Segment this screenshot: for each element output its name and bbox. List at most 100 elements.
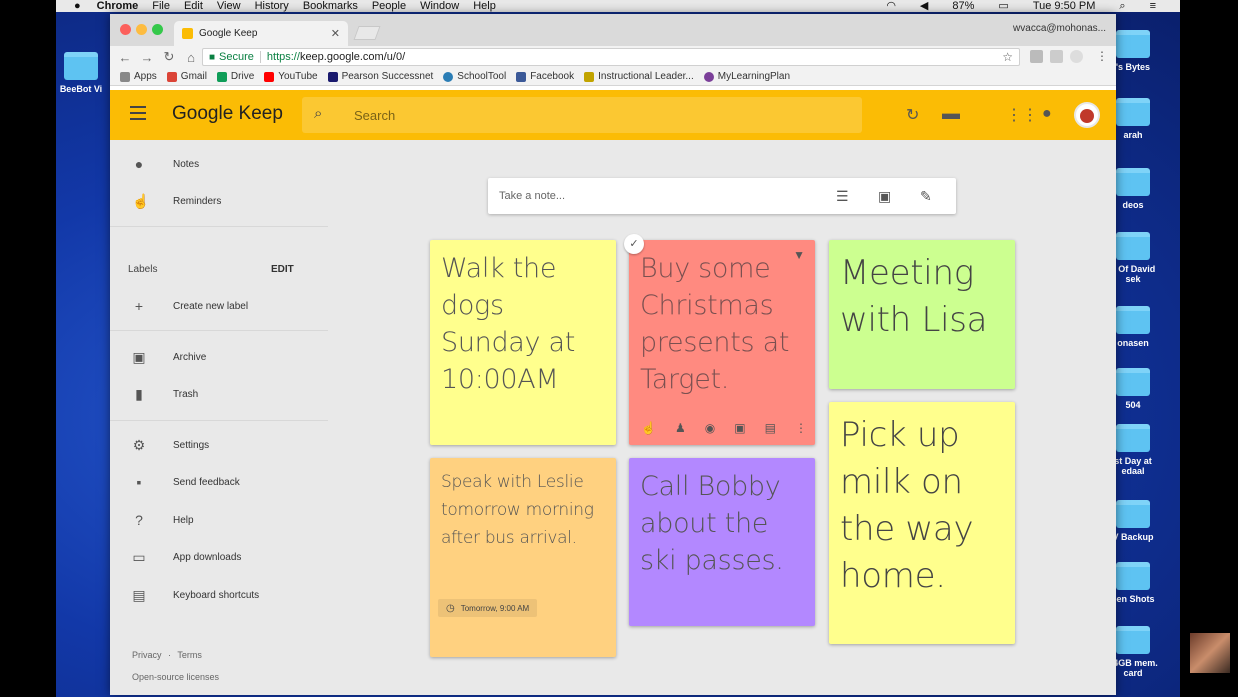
folder-icon xyxy=(64,52,98,80)
open-source-link[interactable]: Open-source licenses xyxy=(132,672,219,682)
bookmark-label: SchoolTool xyxy=(457,71,507,82)
search-icon[interactable]: ⌕ xyxy=(1119,0,1125,12)
sidebar-item-app-downloads[interactable]: ▭ App downloads xyxy=(110,539,328,575)
sidebar-item-label: Trash xyxy=(173,388,199,400)
desktop-item[interactable]: BeeBot Vi xyxy=(56,52,106,94)
menu-bookmarks[interactable]: Bookmarks xyxy=(303,0,358,12)
webcam-overlay xyxy=(1190,633,1230,673)
menu-people[interactable]: People xyxy=(372,0,406,12)
menu-edit[interactable]: Edit xyxy=(184,0,203,12)
browser-tab[interactable]: Google Keep ✕ xyxy=(174,21,348,46)
collaborator-icon[interactable]: ♟ xyxy=(675,421,686,435)
extension-icon[interactable] xyxy=(1050,50,1063,63)
bookmark-facebook[interactable]: Facebook xyxy=(516,71,574,82)
take-note-input[interactable] xyxy=(499,178,819,214)
menu-window[interactable]: Window xyxy=(420,0,459,12)
note-card[interactable]: Buy some Christmas presents at Target. ▼… xyxy=(629,240,815,445)
new-drawing-icon[interactable]: ✎ xyxy=(920,188,932,205)
labels-edit-button[interactable]: EDIT xyxy=(271,264,294,275)
change-color-icon[interactable]: ◉ xyxy=(705,421,715,435)
more-icon[interactable]: ⋮ xyxy=(795,421,807,435)
archive-icon[interactable]: ▤ xyxy=(765,421,776,435)
sidebar-item-help[interactable]: ? Help xyxy=(110,502,328,538)
search-input[interactable] xyxy=(354,97,834,133)
notifications-icon[interactable]: ● xyxy=(1042,105,1052,123)
gmail-icon xyxy=(166,71,177,82)
menu-help[interactable]: Help xyxy=(473,0,496,12)
new-list-icon[interactable]: ☰ xyxy=(836,188,849,205)
refresh-icon[interactable]: ↻ xyxy=(906,105,919,125)
sidebar-item-create-label[interactable]: + Create new label xyxy=(110,288,328,324)
sidebar-item-notes[interactable]: ● Notes xyxy=(110,146,328,182)
note-card[interactable]: Pick up milk on the way home. xyxy=(829,402,1015,644)
desktop-item-label: arah xyxy=(1123,130,1143,140)
feedback-icon: ▪ xyxy=(136,474,142,490)
folder-icon xyxy=(1116,168,1150,196)
maximize-window-button[interactable] xyxy=(152,24,163,35)
pin-icon[interactable]: ▼ xyxy=(793,248,805,262)
back-icon[interactable]: ← xyxy=(114,50,136,65)
sidebar-item-feedback[interactable]: ▪ Send feedback xyxy=(110,464,328,500)
note-card[interactable]: Speak with Leslie tomorrow morning after… xyxy=(430,458,616,657)
bookmark-schooltool[interactable]: SchoolTool xyxy=(443,71,506,82)
terms-link[interactable]: Terms xyxy=(177,650,202,660)
minimize-window-button[interactable] xyxy=(136,24,147,35)
sidebar-item-archive[interactable]: ▣ Archive xyxy=(110,339,328,375)
notification-center-icon[interactable]: ≡ xyxy=(1150,0,1156,12)
home-icon[interactable]: ⌂ xyxy=(180,50,202,65)
bookmark-instructional[interactable]: Instructional Leader... xyxy=(584,71,694,82)
clock[interactable]: Tue 9:50 PM xyxy=(1033,0,1096,12)
sidebar-item-settings[interactable]: ⚙ Settings xyxy=(110,427,328,463)
desktop-item-label: 504 xyxy=(1125,400,1141,410)
bookmark-gmail[interactable]: Gmail xyxy=(166,71,207,82)
sidebar-item-keyboard-shortcuts[interactable]: ▤ Keyboard shortcuts xyxy=(110,577,328,613)
close-tab-icon[interactable]: ✕ xyxy=(331,27,340,40)
sidebar-item-reminders[interactable]: ☝ Reminders xyxy=(110,183,328,219)
sidebar-item-label: App downloads xyxy=(173,551,242,563)
add-image-icon[interactable]: ▣ xyxy=(734,421,745,435)
forward-icon[interactable]: → xyxy=(136,50,158,65)
url-field[interactable]: ■ Secure https://keep.google.com/u/0/ ☆ xyxy=(202,48,1020,66)
remind-me-icon[interactable]: ☝ xyxy=(641,421,656,435)
battery-percent[interactable]: 87% xyxy=(952,0,974,12)
note-text: Call Bobby about the ski passes. xyxy=(640,471,784,576)
search-icon[interactable]: ⌕ xyxy=(314,105,322,122)
extension-icon[interactable] xyxy=(1070,50,1083,63)
search-box: ⌕ xyxy=(302,97,862,133)
avatar[interactable] xyxy=(1074,102,1100,128)
bookmark-star-icon[interactable]: ☆ xyxy=(1002,50,1013,64)
bookmark-mylearningplan[interactable]: MyLearningPlan xyxy=(703,71,790,82)
menu-app-name[interactable]: Chrome xyxy=(97,0,139,12)
note-card[interactable]: Call Bobby about the ski passes. xyxy=(629,458,815,626)
apple-icon[interactable]: ● xyxy=(74,0,81,12)
new-tab-button[interactable] xyxy=(353,26,381,40)
list-view-icon[interactable]: ▬ xyxy=(942,103,960,124)
sidebar-item-trash[interactable]: ▮ Trash xyxy=(110,376,328,412)
reload-icon[interactable]: ↻ xyxy=(158,49,180,65)
chrome-menu-icon[interactable]: ⋮ xyxy=(1096,49,1108,63)
bookmark-apps[interactable]: Apps xyxy=(120,71,157,82)
note-card[interactable]: Meeting with Lisa xyxy=(829,240,1015,389)
battery-icon[interactable]: ▭ xyxy=(998,0,1008,12)
reminder-chip[interactable]: ◷ Tomorrow, 9:00 AM xyxy=(438,599,538,617)
menu-file[interactable]: File xyxy=(152,0,170,12)
menu-history[interactable]: History xyxy=(255,0,289,12)
extension-icon[interactable] xyxy=(1030,50,1043,63)
select-note-check-icon[interactable]: ✓ xyxy=(624,234,644,254)
apps-grid-icon[interactable]: ⋮⋮ xyxy=(1006,105,1038,125)
volume-icon[interactable]: ◀ xyxy=(920,0,928,12)
tab-strip: Google Keep ✕ wvacca@mohonas... xyxy=(110,14,1116,46)
bookmark-youtube[interactable]: YouTube xyxy=(264,71,318,82)
note-card[interactable]: Walk the dogs Sunday at 10:00AM xyxy=(430,240,616,445)
bookmark-drive[interactable]: Drive xyxy=(216,71,254,82)
main-menu-icon[interactable] xyxy=(130,106,146,120)
new-image-note-icon[interactable]: ▣ xyxy=(878,188,891,205)
close-window-button[interactable] xyxy=(120,24,131,35)
bookmark-pearson[interactable]: Pearson Successnet xyxy=(327,71,433,82)
menu-view[interactable]: View xyxy=(217,0,241,12)
note-text: Walk the dogs Sunday at 10:00AM xyxy=(441,253,576,395)
wifi-icon[interactable]: ◠ xyxy=(886,0,896,12)
app-logo[interactable]: Google Keep xyxy=(172,103,283,125)
profile-label[interactable]: wvacca@mohonas... xyxy=(1013,23,1106,34)
privacy-link[interactable]: Privacy xyxy=(132,650,162,660)
